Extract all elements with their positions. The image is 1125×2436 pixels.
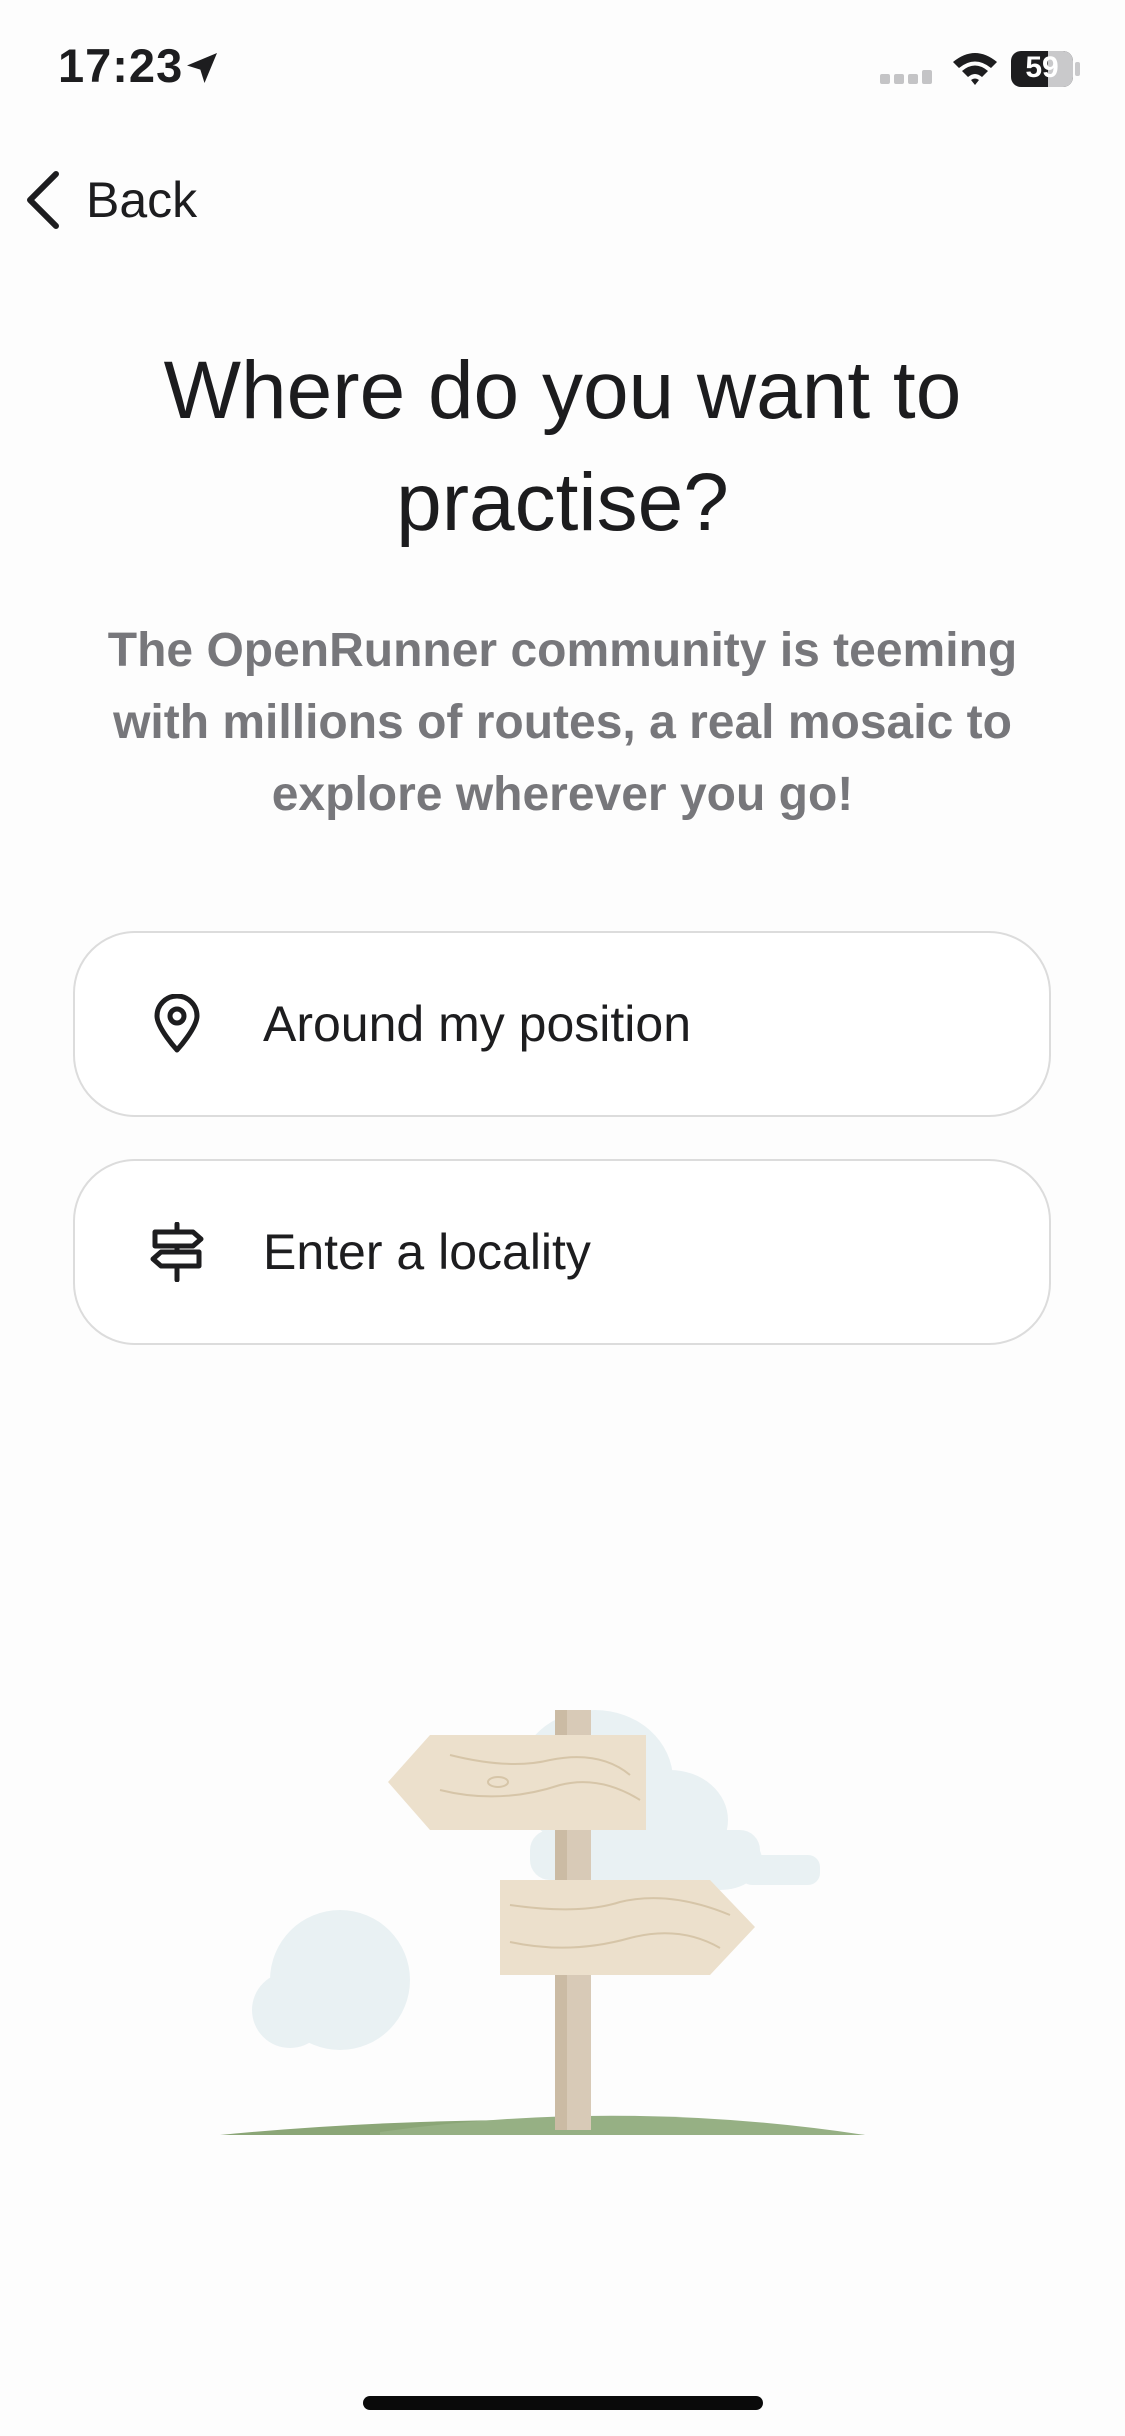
page-title: Where do you want to practise? [163, 345, 962, 548]
chevron-left-icon [27, 171, 59, 229]
enter-locality-button[interactable]: Enter a locality [73, 1159, 1051, 1345]
back-label: Back [86, 172, 198, 228]
map-pin-icon [147, 994, 207, 1054]
status-time: 17:23 [58, 39, 184, 92]
signpost-icon [147, 1222, 207, 1282]
page-subtitle: The OpenRunner community is teeming with… [107, 624, 1018, 821]
option-label: Enter a locality [263, 1224, 591, 1280]
around-my-position-button[interactable]: Around my position [73, 931, 1051, 1117]
location-arrow-icon [187, 53, 217, 83]
cloud-left [252, 1910, 410, 2050]
sign-left [388, 1735, 646, 1830]
signal-icon [880, 70, 932, 84]
sign-right [500, 1880, 755, 1975]
battery-level: 59 [1025, 51, 1059, 84]
home-indicator[interactable] [363, 2396, 763, 2410]
signpost-illustration [220, 1710, 865, 2135]
wifi-icon [953, 53, 997, 85]
back-button[interactable]: Back [22, 160, 222, 240]
status-bar: 17:23 59 [0, 0, 1125, 140]
option-label: Around my position [263, 996, 692, 1052]
